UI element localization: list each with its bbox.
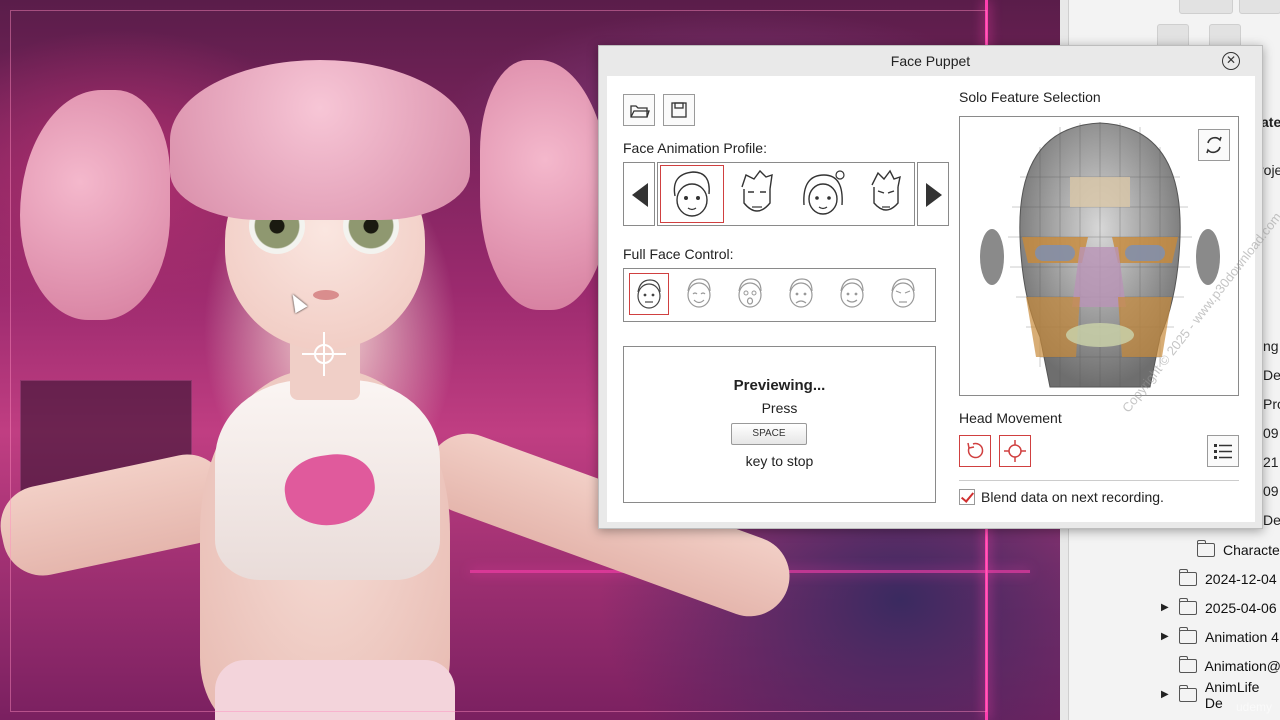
face-happy[interactable] xyxy=(680,273,720,315)
udemy-logo: udemy xyxy=(1235,700,1272,714)
expand-arrow-icon[interactable]: ▶ xyxy=(1161,689,1171,700)
save-button[interactable] xyxy=(663,94,695,126)
arrow-right-icon xyxy=(926,183,942,207)
tree-item-label: Characte xyxy=(1223,541,1280,558)
character-hair-left xyxy=(20,90,170,320)
profile-prev-button[interactable] xyxy=(623,162,655,226)
tree-item-label: Animation@ xyxy=(1204,657,1280,674)
face-smile-icon xyxy=(840,278,864,308)
open-folder-button[interactable] xyxy=(623,94,655,126)
expand-arrow-icon[interactable]: ▶ xyxy=(1161,602,1171,613)
rotate-icon xyxy=(967,442,984,459)
head-move-button[interactable] xyxy=(999,435,1031,467)
blend-checkbox[interactable] xyxy=(959,489,975,505)
profile-carousel xyxy=(623,162,950,228)
folder-icon xyxy=(1179,655,1197,673)
full-face-control-label: Full Face Control: xyxy=(623,246,734,262)
panel-toolbar-button[interactable] xyxy=(1179,0,1233,14)
tree-item-label: 2024-12-04 xyxy=(1205,570,1277,587)
tree-item-label: Animation 4 xyxy=(1205,628,1279,645)
save-icon xyxy=(671,102,687,118)
panel-side-label: Pro xyxy=(1263,396,1280,412)
face-profile-icon xyxy=(871,169,901,211)
face-surprised[interactable] xyxy=(731,273,771,315)
solo-feature-viewport[interactable] xyxy=(959,116,1239,396)
tree-item[interactable]: Animation@ xyxy=(1069,651,1280,680)
tree-item-label: 2025-04-06 xyxy=(1205,599,1277,616)
preview-stop-text: key to stop xyxy=(745,453,814,469)
face-puppet-dialog: Face Puppet ✕ Face Animation Profile: Fu… xyxy=(598,45,1280,529)
crosshair-gizmo[interactable] xyxy=(302,332,346,376)
close-icon[interactable]: ✕ xyxy=(1222,52,1240,70)
face-angry[interactable] xyxy=(884,273,924,315)
folder-icon xyxy=(1179,597,1197,615)
panel-side-label: 09 xyxy=(1263,425,1279,441)
blend-label: Blend data on next recording. xyxy=(981,489,1164,505)
folder-icon xyxy=(1197,539,1215,557)
list-view-button[interactable] xyxy=(1207,435,1239,467)
solo-feature-label: Solo Feature Selection xyxy=(959,89,1101,105)
dialog-body: Face Animation Profile: Full Face Contro… xyxy=(607,76,1255,522)
preview-title: Previewing... xyxy=(733,377,826,394)
head-movement-label: Head Movement xyxy=(959,410,1062,426)
expand-arrow-icon[interactable]: ▶ xyxy=(1161,631,1171,642)
character-mouth xyxy=(313,290,339,300)
character-shorts xyxy=(215,660,455,720)
arrow-left-icon xyxy=(632,183,648,207)
profile-next-button[interactable] xyxy=(917,162,949,226)
preview-press-text: Press xyxy=(761,400,798,416)
profile-male-stern[interactable] xyxy=(726,165,790,223)
folder-icon xyxy=(1179,626,1197,644)
face-sad[interactable] xyxy=(782,273,822,315)
panel-side-label: De xyxy=(1263,512,1280,528)
reset-view-button[interactable] xyxy=(1198,129,1230,161)
face-sad-icon xyxy=(789,278,813,308)
list-icon xyxy=(1214,444,1232,459)
face-animation-profile-label: Face Animation Profile: xyxy=(623,140,767,156)
move-head-icon xyxy=(1004,440,1026,462)
dialog-title[interactable]: Face Puppet xyxy=(599,46,1262,76)
profile-female-sketch[interactable] xyxy=(792,165,856,223)
character-hair-right xyxy=(480,60,610,310)
face-angry-icon xyxy=(891,278,915,308)
folder-open-icon xyxy=(630,105,650,118)
folder-icon xyxy=(1178,684,1197,702)
tree-item[interactable]: 2024-12-04 xyxy=(1069,564,1280,593)
profile-male-angry[interactable] xyxy=(858,165,922,223)
divider xyxy=(959,480,1239,481)
panel-side-label: ate xyxy=(1261,114,1280,130)
panel-side-label: Der xyxy=(1263,367,1280,383)
profile-strip xyxy=(657,162,915,226)
profile-female-cute[interactable] xyxy=(660,165,724,223)
face-profile-icon xyxy=(673,171,710,217)
face-smile[interactable] xyxy=(833,273,873,315)
face-surprised-icon xyxy=(738,278,762,308)
tree-item[interactable]: Characte xyxy=(1069,535,1280,564)
tree-item[interactable]: ▶ Animation 4 xyxy=(1069,622,1280,651)
head-rotate-button[interactable] xyxy=(959,435,991,467)
tree-item[interactable]: ▶ 2025-04-06 xyxy=(1069,593,1280,622)
full-face-control-strip xyxy=(623,268,936,322)
space-key-badge: SPACE xyxy=(731,423,807,445)
refresh-icon xyxy=(1206,136,1222,154)
blend-checkbox-row[interactable]: Blend data on next recording. xyxy=(959,489,1239,509)
face-happy-icon xyxy=(687,278,711,308)
face-neutral[interactable] xyxy=(629,273,669,315)
preview-panel: Previewing... Press SPACE key to stop xyxy=(623,346,936,503)
panel-side-label: ng xyxy=(1263,338,1279,354)
face-profile-icon xyxy=(741,169,773,212)
character-hair-top xyxy=(170,60,470,220)
face-profile-icon xyxy=(803,170,845,215)
face-neutral-icon xyxy=(637,279,661,309)
folder-icon xyxy=(1179,568,1197,586)
panel-toolbar-button[interactable] xyxy=(1239,0,1280,14)
panel-side-label: 09 xyxy=(1263,483,1279,499)
head-wireframe-model xyxy=(980,122,1220,388)
panel-side-label: 21 xyxy=(1263,454,1279,470)
